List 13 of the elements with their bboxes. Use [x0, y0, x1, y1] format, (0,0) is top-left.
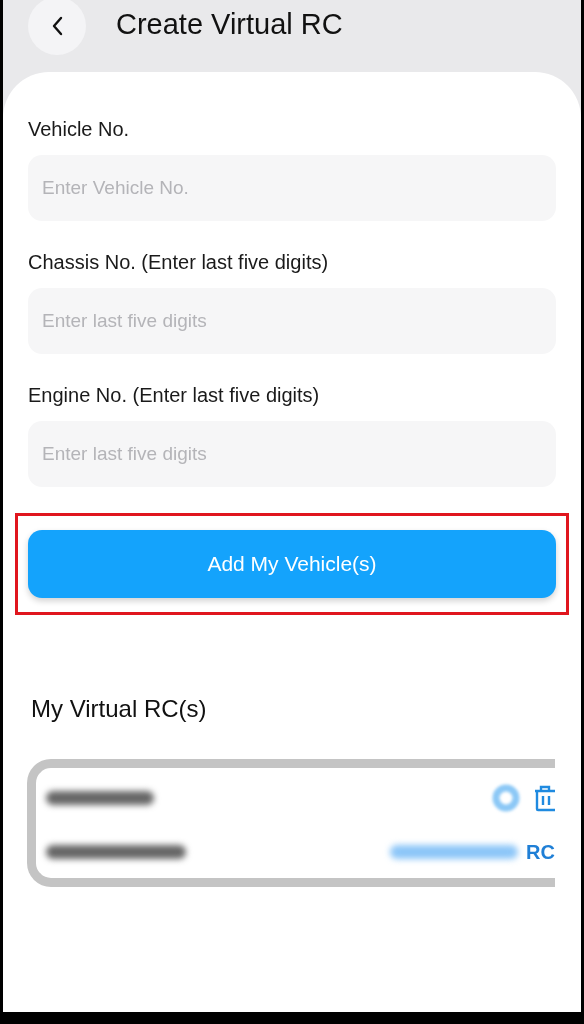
input-field[interactable]: Enter Vehicle No.: [28, 155, 556, 221]
view-rc-link[interactable]: RC: [526, 840, 555, 864]
add-vehicle-button[interactable]: Add My Vehicle(s): [28, 530, 556, 598]
section-title: My Virtual RC(s): [31, 695, 208, 723]
trash-icon[interactable]: [533, 783, 555, 812]
field-label: Engine No. (Enter last five digits): [28, 384, 321, 407]
field-label: Chassis No. (Enter last five digits): [28, 251, 330, 274]
screen-title: Create Virtual RC: [116, 7, 343, 41]
field-label: Vehicle No.: [28, 118, 131, 141]
input-field[interactable]: Enter last five digits: [28, 421, 556, 487]
back-icon: [51, 16, 63, 36]
input-field[interactable]: Enter last five digits: [28, 288, 556, 354]
blurred-icon: [491, 782, 521, 813]
